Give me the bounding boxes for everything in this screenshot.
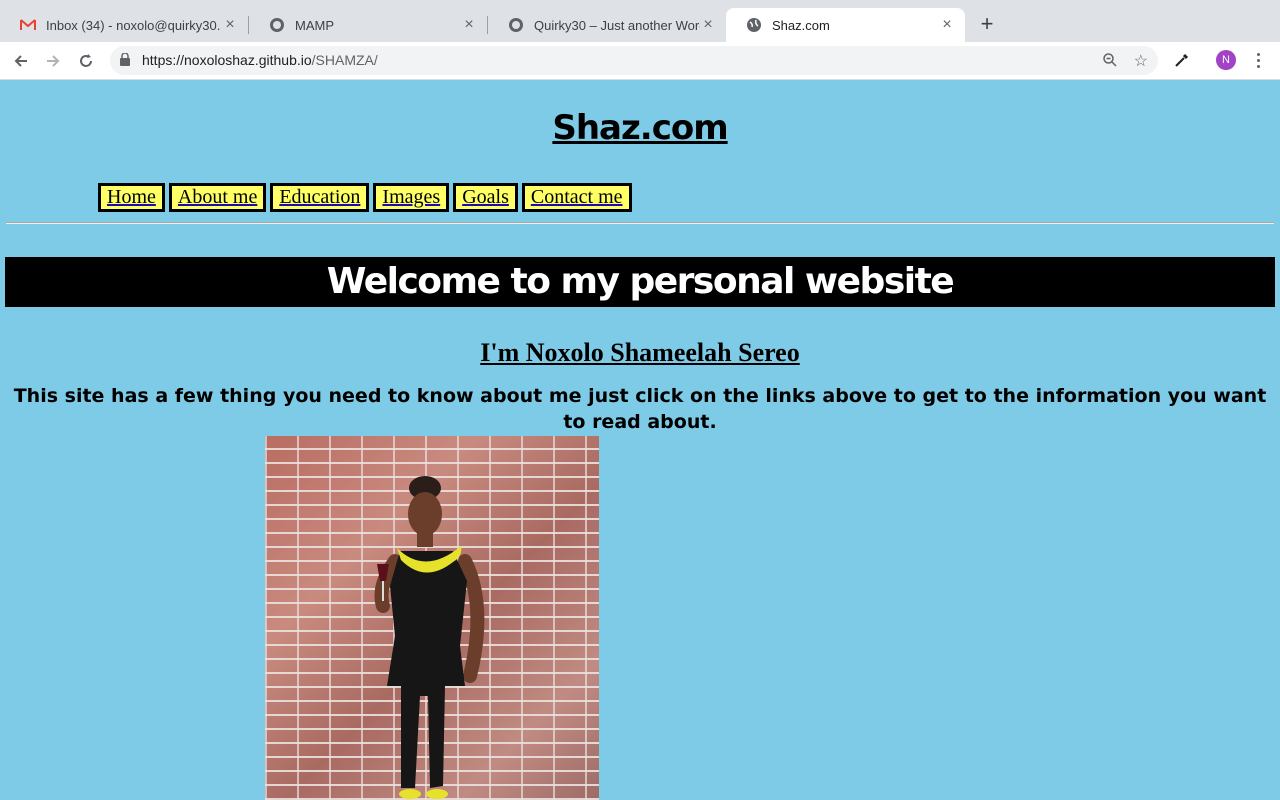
profile-photo: [265, 436, 599, 800]
close-icon[interactable]: ×: [700, 16, 716, 34]
lock-icon: [120, 52, 130, 71]
intro-text: This site has a few thing you need to kn…: [13, 385, 1267, 433]
nav-link-home[interactable]: Home: [98, 183, 165, 212]
back-button[interactable]: [10, 50, 32, 72]
nav-link-education[interactable]: Education: [270, 183, 370, 212]
eyedropper-extension-icon[interactable]: [1173, 51, 1191, 74]
nav-label: Education: [279, 186, 361, 208]
name-heading: I'm Noxolo Shameelah Sereo: [480, 338, 800, 367]
nav-link-goals[interactable]: Goals: [453, 183, 518, 212]
nav-label: Home: [107, 186, 156, 208]
tab-title: MAMP: [295, 17, 334, 33]
github-icon: [508, 17, 524, 33]
profile-avatar[interactable]: N: [1216, 50, 1236, 70]
tab-title: Quirky30 – Just another WordP: [534, 17, 700, 33]
tab-quirky30[interactable]: Quirky30 – Just another WordP ×: [488, 8, 726, 42]
url-host: https://noxoloshaz.github.io: [142, 52, 312, 68]
nav-link-about-me[interactable]: About me: [168, 183, 267, 212]
zoom-icon[interactable]: [1102, 52, 1118, 73]
close-icon[interactable]: ×: [222, 16, 238, 34]
welcome-banner: Welcome to my personal website: [5, 257, 1275, 307]
address-bar[interactable]: https://noxoloshaz.github.io/SHAMZA/ ☆: [110, 46, 1158, 75]
close-icon[interactable]: ×: [939, 16, 955, 34]
close-icon[interactable]: ×: [461, 16, 477, 34]
site-title[interactable]: Shaz.com: [0, 108, 1280, 148]
tab-gmail[interactable]: Inbox (34) - noxolo@quirky30. ×: [0, 8, 248, 42]
reload-icon: [80, 54, 92, 67]
nav-link-images[interactable]: Images: [373, 183, 450, 212]
site-nav: Home About me Education Images Goals Con…: [98, 183, 632, 212]
nav-label: About me: [177, 186, 258, 208]
back-arrow-icon: [14, 55, 27, 67]
reload-button[interactable]: [75, 50, 97, 72]
tab-shaz[interactable]: Shaz.com ×: [726, 8, 965, 42]
tab-mamp[interactable]: MAMP ×: [249, 8, 487, 42]
horizontal-rule: [6, 222, 1274, 224]
forward-button[interactable]: [42, 50, 64, 72]
globe-icon: [746, 17, 762, 33]
gmail-icon: [20, 17, 36, 33]
url-path: /SHAMZA/: [311, 52, 378, 68]
tab-title: Shaz.com: [772, 17, 830, 33]
web-page: Shaz.com Home About me Education Images …: [0, 80, 1280, 800]
nav-label: Goals: [462, 186, 509, 208]
tab-title: Inbox (34) - noxolo@quirky30.: [46, 17, 221, 33]
nav-label: Images: [382, 186, 441, 208]
url-text: https://noxoloshaz.github.io/SHAMZA/: [142, 52, 378, 68]
person-figure-illustration: [374, 476, 485, 799]
new-tab-button[interactable]: +: [976, 13, 998, 35]
browser-toolbar: https://noxoloshaz.github.io/SHAMZA/ ☆: [0, 42, 1280, 80]
bookmark-star-icon[interactable]: ☆: [1134, 51, 1148, 71]
nav-label: Contact me: [530, 186, 623, 208]
forward-arrow-icon: [47, 55, 60, 67]
nav-link-contact-me[interactable]: Contact me: [521, 183, 632, 212]
github-icon: [269, 17, 285, 33]
tab-strip: Inbox (34) - noxolo@quirky30. × MAMP × Q…: [0, 0, 1280, 42]
browser-menu-icon[interactable]: [1250, 50, 1266, 70]
